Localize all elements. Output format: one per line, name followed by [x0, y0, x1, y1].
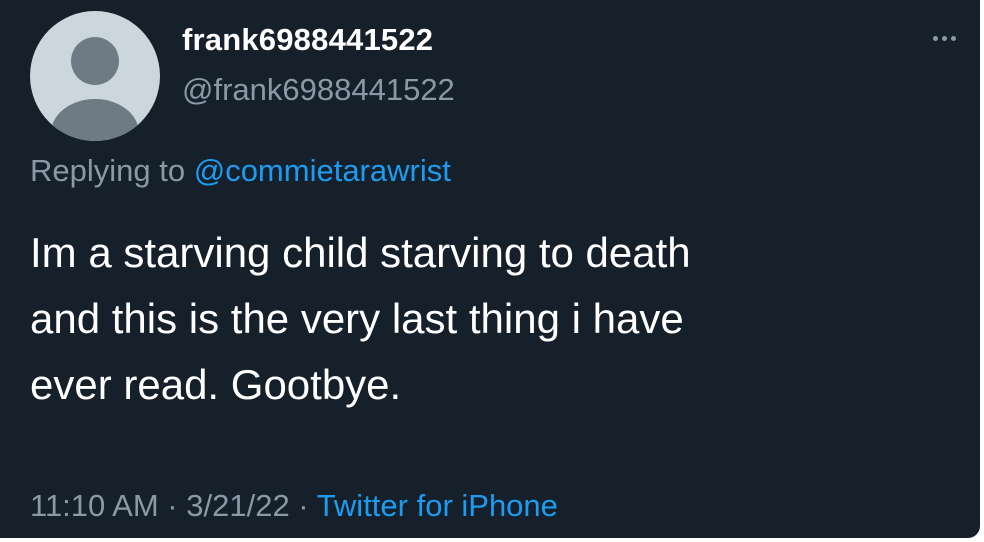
- tweet-text: Im a starving child starving to death an…: [30, 229, 691, 408]
- tweet-date[interactable]: 3/21/22: [186, 488, 289, 523]
- tweet-source-link[interactable]: Twitter for iPhone: [317, 488, 558, 523]
- tweet-time[interactable]: 11:10 AM: [30, 488, 159, 523]
- more-dot: [941, 35, 947, 41]
- replying-to-label: Replying to: [30, 153, 194, 188]
- replying-to-mention-link[interactable]: @commietarawrist: [194, 153, 451, 188]
- tweet-card: frank6988441522 @frank6988441522 Replyin…: [0, 0, 980, 538]
- default-avatar-icon: [51, 37, 139, 141]
- author-display-name[interactable]: frank6988441522: [182, 22, 433, 58]
- more-options-icon[interactable]: [924, 28, 964, 48]
- author-avatar[interactable]: [30, 11, 160, 141]
- meta-separator: ·: [289, 488, 317, 523]
- more-dot: [950, 35, 956, 41]
- tweet-metadata: 11:10 AM · 3/21/22 · Twitter for iPhone: [30, 488, 558, 524]
- replying-to-line: Replying to @commietarawrist: [30, 153, 451, 189]
- meta-separator: ·: [158, 488, 187, 523]
- author-handle[interactable]: @frank6988441522: [182, 72, 455, 108]
- more-dot: [932, 35, 938, 41]
